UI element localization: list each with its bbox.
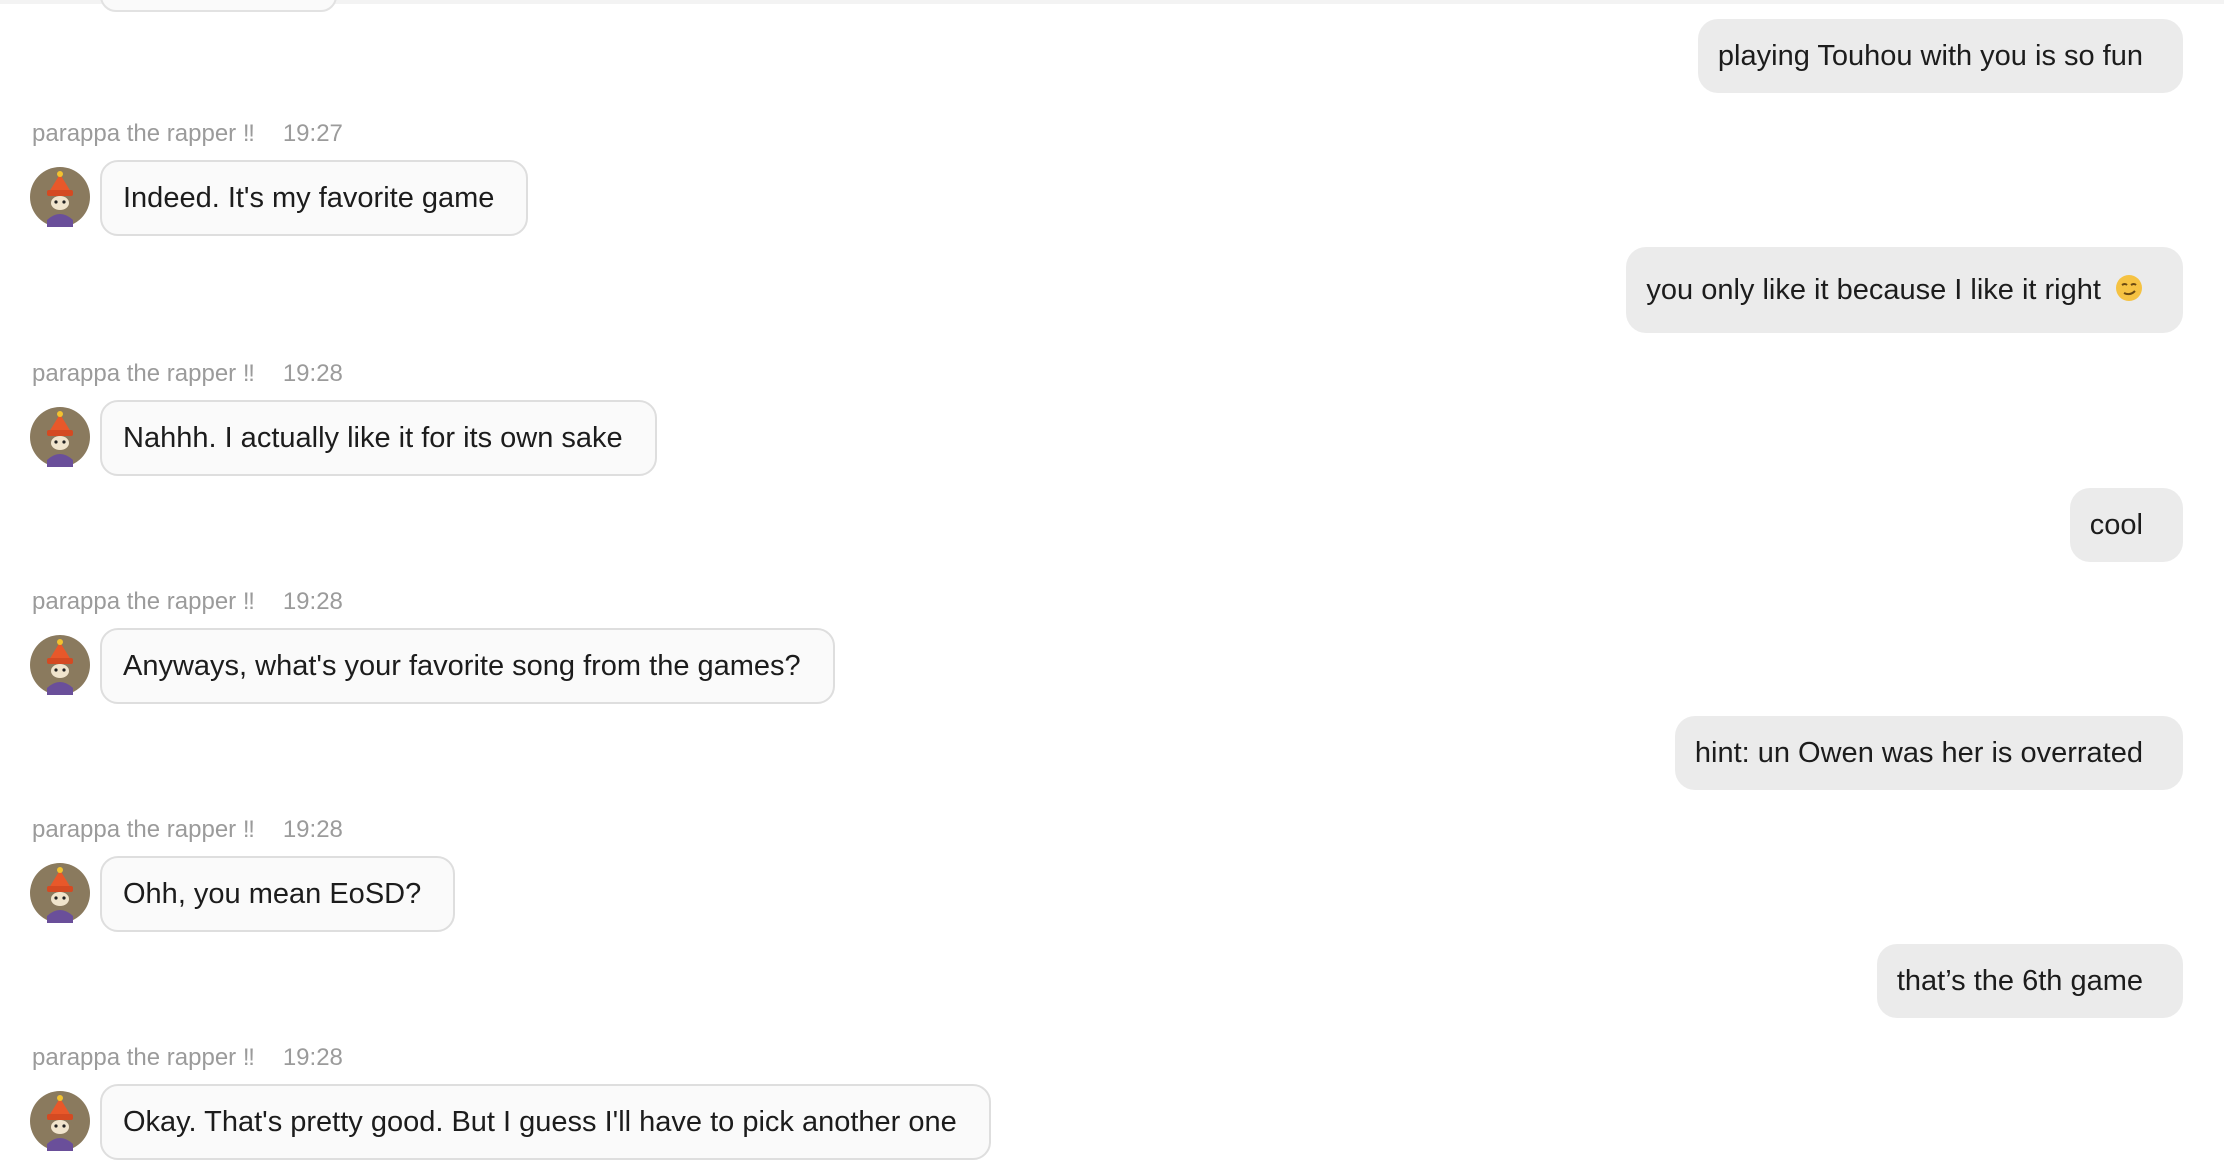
message-time: 19:28 bbox=[282, 588, 343, 615]
outgoing-message[interactable]: cool bbox=[2069, 488, 2183, 562]
parappa-avatar-icon bbox=[30, 1091, 90, 1151]
outgoing-message[interactable]: playing Touhou with you is so fun bbox=[1697, 19, 2183, 93]
message-meta: parappa the rapper ‼ 19:28 bbox=[32, 1043, 343, 1073]
outgoing-message[interactable]: that’s the 6th game bbox=[1876, 944, 2183, 1018]
sender-name: parappa the rapper ‼ bbox=[32, 588, 255, 615]
avatar[interactable] bbox=[30, 635, 90, 695]
parappa-avatar-icon bbox=[30, 167, 90, 227]
message-time: 19:27 bbox=[282, 120, 343, 147]
avatar[interactable] bbox=[30, 407, 90, 467]
message-text: hint: un Owen was her is overrated bbox=[1694, 737, 2143, 769]
message-meta: parappa the rapper ‼ 19:28 bbox=[32, 815, 343, 845]
message-text: Okay. That's pretty good. But I guess I'… bbox=[123, 1106, 957, 1138]
incoming-message[interactable]: Indeed. It's my favorite game bbox=[100, 160, 529, 236]
message-meta: parappa the rapper ‼ 19:27 bbox=[32, 119, 343, 149]
avatar[interactable] bbox=[30, 1091, 90, 1151]
message-text: Anyways, what's your favorite song from … bbox=[123, 650, 801, 682]
message-text: you only like it because I like it right bbox=[1646, 274, 2101, 306]
avatar[interactable] bbox=[30, 863, 90, 923]
message-text: that’s the 6th game bbox=[1896, 965, 2143, 997]
message-text: cool bbox=[2089, 509, 2143, 541]
sender-name: parappa the rapper ‼ bbox=[32, 1044, 255, 1071]
smirking-face-emoji-icon bbox=[2116, 275, 2142, 302]
parappa-avatar-icon bbox=[30, 407, 90, 467]
outgoing-message[interactable]: you only like it because I like it right bbox=[1626, 247, 2183, 333]
parappa-avatar-icon bbox=[30, 863, 90, 923]
chat-view: playing Touhou with you is so fun parapp… bbox=[0, 0, 2224, 1165]
message-time: 19:28 bbox=[282, 1044, 343, 1071]
previous-message-bubble[interactable] bbox=[100, 0, 337, 12]
sender-name: parappa the rapper ‼ bbox=[32, 120, 255, 147]
incoming-message[interactable]: Ohh, you mean EoSD? bbox=[100, 856, 456, 932]
outgoing-message[interactable]: hint: un Owen was her is overrated bbox=[1674, 716, 2183, 790]
message-text: Ohh, you mean EoSD? bbox=[123, 878, 422, 910]
sender-name: parappa the rapper ‼ bbox=[32, 360, 255, 387]
sender-name: parappa the rapper ‼ bbox=[32, 816, 255, 843]
avatar[interactable] bbox=[30, 167, 90, 227]
message-time: 19:28 bbox=[282, 816, 343, 843]
message-meta: parappa the rapper ‼ 19:28 bbox=[32, 359, 343, 389]
incoming-message[interactable]: Okay. That's pretty good. But I guess I'… bbox=[100, 1084, 991, 1160]
message-text: Indeed. It's my favorite game bbox=[123, 182, 495, 214]
incoming-message[interactable]: Nahhh. I actually like it for its own sa… bbox=[100, 400, 657, 476]
message-meta: parappa the rapper ‼ 19:28 bbox=[32, 587, 343, 617]
message-text: playing Touhou with you is so fun bbox=[1717, 40, 2143, 72]
incoming-message[interactable]: Anyways, what's your favorite song from … bbox=[100, 628, 835, 704]
message-time: 19:28 bbox=[282, 360, 343, 387]
message-text: Nahhh. I actually like it for its own sa… bbox=[123, 422, 623, 454]
parappa-avatar-icon bbox=[30, 635, 90, 695]
